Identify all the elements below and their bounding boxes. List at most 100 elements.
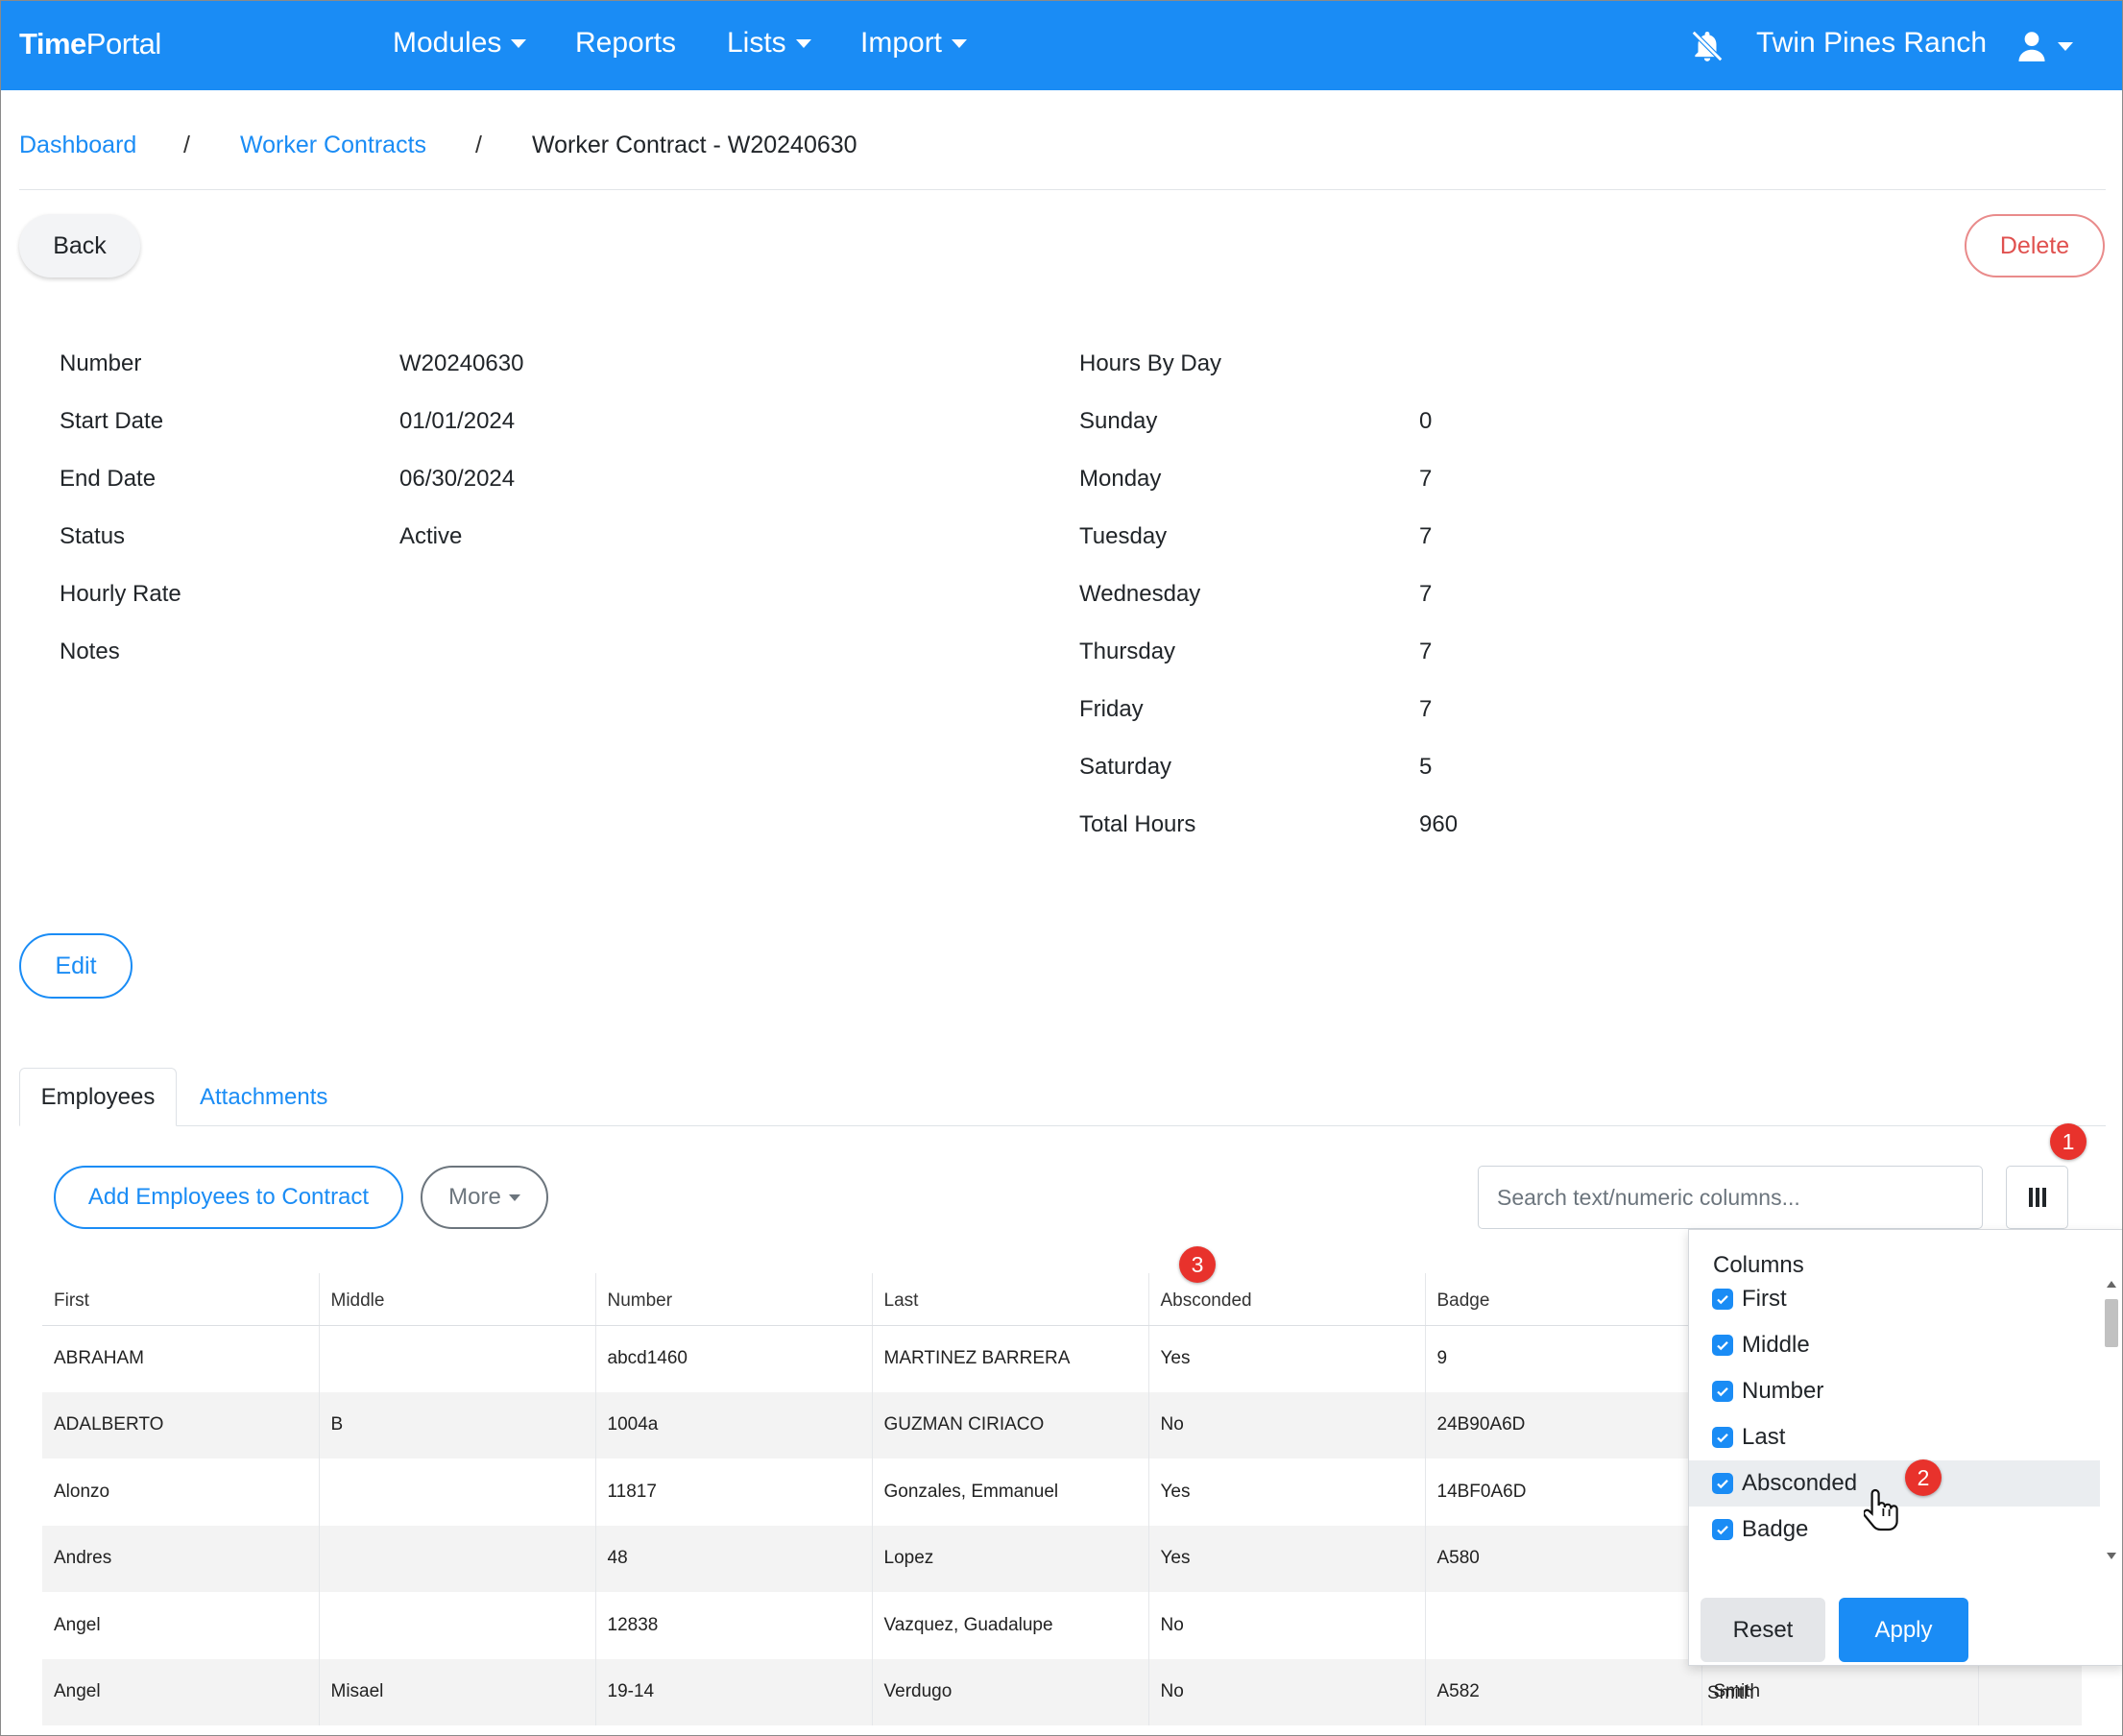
detail-value-number: W20240630 xyxy=(399,350,524,376)
nav-import[interactable]: Import xyxy=(860,27,968,60)
hours-label-monday: Monday xyxy=(1079,466,1162,492)
brand-bold: Time xyxy=(19,27,86,60)
checkbox-checked-icon[interactable] xyxy=(1712,1473,1733,1494)
breadcrumb-dashboard[interactable]: Dashboard xyxy=(19,132,136,159)
table-cell: 19-14 xyxy=(595,1658,873,1725)
checkbox-checked-icon[interactable] xyxy=(1712,1519,1733,1540)
table-cell: MARTINEZ BARRERA xyxy=(872,1325,1149,1392)
checkbox-checked-icon[interactable] xyxy=(1712,1427,1733,1448)
hand-pointer-icon xyxy=(1864,1488,1898,1531)
table-cell xyxy=(1978,1658,2082,1725)
app-window: TimePortal Modules Reports Lists Import … xyxy=(0,0,2123,1736)
reset-button[interactable]: Reset xyxy=(1701,1598,1825,1662)
table-row[interactable]: Angel Misael 19-14 Verdugo No A582 Smith xyxy=(42,1658,2082,1725)
top-navbar: TimePortal Modules Reports Lists Import … xyxy=(1,1,2122,90)
table-cell: No xyxy=(1148,1658,1426,1725)
table-cell: 11817 xyxy=(595,1459,873,1526)
hours-value-thursday: 7 xyxy=(1419,639,1433,664)
table-cell xyxy=(319,1592,596,1659)
table-cell: Gonzales, Emmanuel xyxy=(872,1459,1149,1526)
detail-label-number: Number xyxy=(60,350,142,376)
column-toggle-first[interactable]: First xyxy=(1689,1276,2100,1322)
tab-employees[interactable]: Employees xyxy=(19,1068,177,1126)
column-toggle-label: First xyxy=(1742,1286,1787,1312)
nav-lists[interactable]: Lists xyxy=(727,27,811,60)
table-cell: ADALBERTO xyxy=(42,1391,320,1459)
delete-button[interactable]: Delete xyxy=(1965,214,2105,277)
caret-down-icon xyxy=(508,1194,520,1201)
back-button[interactable]: Back xyxy=(19,214,140,277)
checkbox-checked-icon[interactable] xyxy=(1712,1289,1733,1310)
table-cell: 48 xyxy=(595,1525,873,1592)
bell-off-icon[interactable] xyxy=(1689,28,1725,64)
table-cell: Verdugo xyxy=(872,1658,1149,1725)
table-cell: No xyxy=(1148,1592,1426,1659)
user-menu[interactable] xyxy=(2017,27,2081,65)
column-header-badge[interactable]: Badge xyxy=(1425,1273,1702,1326)
nav-modules[interactable]: Modules xyxy=(393,27,527,60)
detail-value-end-date: 06/30/2024 xyxy=(399,466,516,492)
hours-value-friday: 7 xyxy=(1419,696,1433,722)
edit-button[interactable]: Edit xyxy=(19,933,133,999)
table-cell: Vazquez, Guadalupe xyxy=(872,1592,1149,1659)
search-input[interactable] xyxy=(1478,1166,1983,1229)
tabs-divider xyxy=(19,1125,2106,1126)
breadcrumb-worker-contracts[interactable]: Worker Contracts xyxy=(240,132,426,159)
hours-title: Hours By Day xyxy=(1079,350,1222,376)
caret-down-icon xyxy=(795,38,811,48)
add-employees-button[interactable]: Add Employees to Contract xyxy=(54,1166,403,1229)
column-chooser-button[interactable] xyxy=(2006,1166,2068,1229)
table-cell: Misael xyxy=(319,1658,596,1725)
breadcrumb-separator: / xyxy=(475,132,482,158)
column-toggle-number[interactable]: Number xyxy=(1689,1368,2100,1414)
user-icon xyxy=(2018,32,2045,61)
column-toggle-label: Last xyxy=(1742,1424,1786,1450)
table-cell xyxy=(319,1525,596,1592)
apply-button[interactable]: Apply xyxy=(1839,1598,1968,1662)
hours-label-friday: Friday xyxy=(1079,696,1144,722)
table-cell: Alonzo xyxy=(42,1459,320,1526)
hours-value-sunday: 0 xyxy=(1419,408,1433,434)
brand-logo[interactable]: TimePortal xyxy=(19,27,161,61)
column-header-middle[interactable]: Middle xyxy=(319,1273,596,1326)
step-marker-1: 1 xyxy=(2050,1123,2087,1160)
table-cell: Andres xyxy=(42,1525,320,1592)
column-header-last[interactable]: Last xyxy=(872,1273,1149,1326)
table-cell: Angel xyxy=(42,1592,320,1659)
detail-label-start-date: Start Date xyxy=(60,408,164,434)
step-marker-3: 3 xyxy=(1179,1246,1216,1283)
hours-label-sunday: Sunday xyxy=(1079,408,1158,434)
breadcrumb-separator: / xyxy=(183,132,190,158)
column-toggle-middle[interactable]: Middle xyxy=(1689,1322,2100,1368)
table-cell: Lopez xyxy=(872,1525,1149,1592)
divider xyxy=(19,189,2106,190)
hours-value-tuesday: 7 xyxy=(1419,523,1433,549)
column-toggle-label: Number xyxy=(1742,1378,1824,1404)
detail-label-end-date: End Date xyxy=(60,466,157,492)
columns-icon xyxy=(2028,1188,2046,1207)
organization-name[interactable]: Twin Pines Ranch xyxy=(1756,27,1987,60)
column-header-number[interactable]: Number xyxy=(595,1273,873,1326)
caret-down-icon xyxy=(952,38,968,48)
column-toggle-last[interactable]: Last xyxy=(1689,1414,2100,1460)
table-cell: abcd1460 xyxy=(595,1325,873,1392)
nav-reports[interactable]: Reports xyxy=(575,27,676,60)
hours-label-thursday: Thursday xyxy=(1079,639,1176,664)
checkbox-checked-icon[interactable] xyxy=(1712,1335,1733,1356)
tab-attachments[interactable]: Attachments xyxy=(200,1084,327,1111)
table-cell: A580 xyxy=(1425,1525,1702,1592)
table-cell: Yes xyxy=(1148,1459,1426,1526)
checkbox-checked-icon[interactable] xyxy=(1712,1381,1733,1402)
column-header-first[interactable]: First xyxy=(42,1273,320,1326)
column-toggle-label: Badge xyxy=(1742,1516,1809,1542)
table-cell: B xyxy=(319,1391,596,1459)
dropdown-scrollbar[interactable] xyxy=(2100,1276,2123,1564)
more-dropdown-button[interactable]: More xyxy=(421,1166,548,1229)
table-cell xyxy=(319,1459,596,1526)
hours-value-saturday: 5 xyxy=(1419,754,1433,780)
columns-menu-title: Columns xyxy=(1713,1252,1804,1278)
hours-label-total: Total Hours xyxy=(1079,811,1196,837)
hours-value-total: 960 xyxy=(1419,811,1459,837)
step-marker-2: 2 xyxy=(1905,1459,1942,1496)
detail-label-notes: Notes xyxy=(60,639,120,664)
